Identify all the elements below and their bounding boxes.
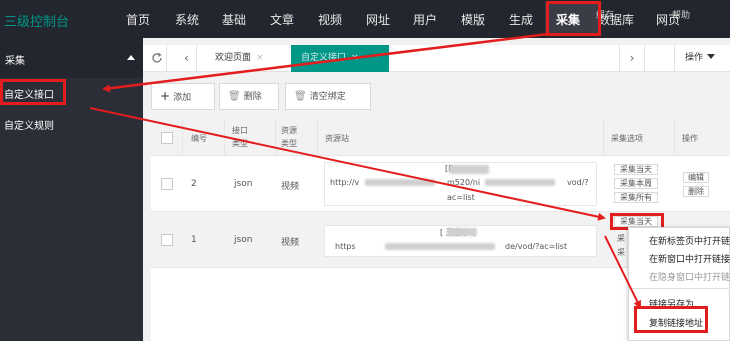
arrow-to-copy-link [604,235,641,309]
arrow-to-collect-option [89,107,606,221]
arrow-to-sidebar [102,32,549,93]
annotation-arrows [89,32,641,309]
